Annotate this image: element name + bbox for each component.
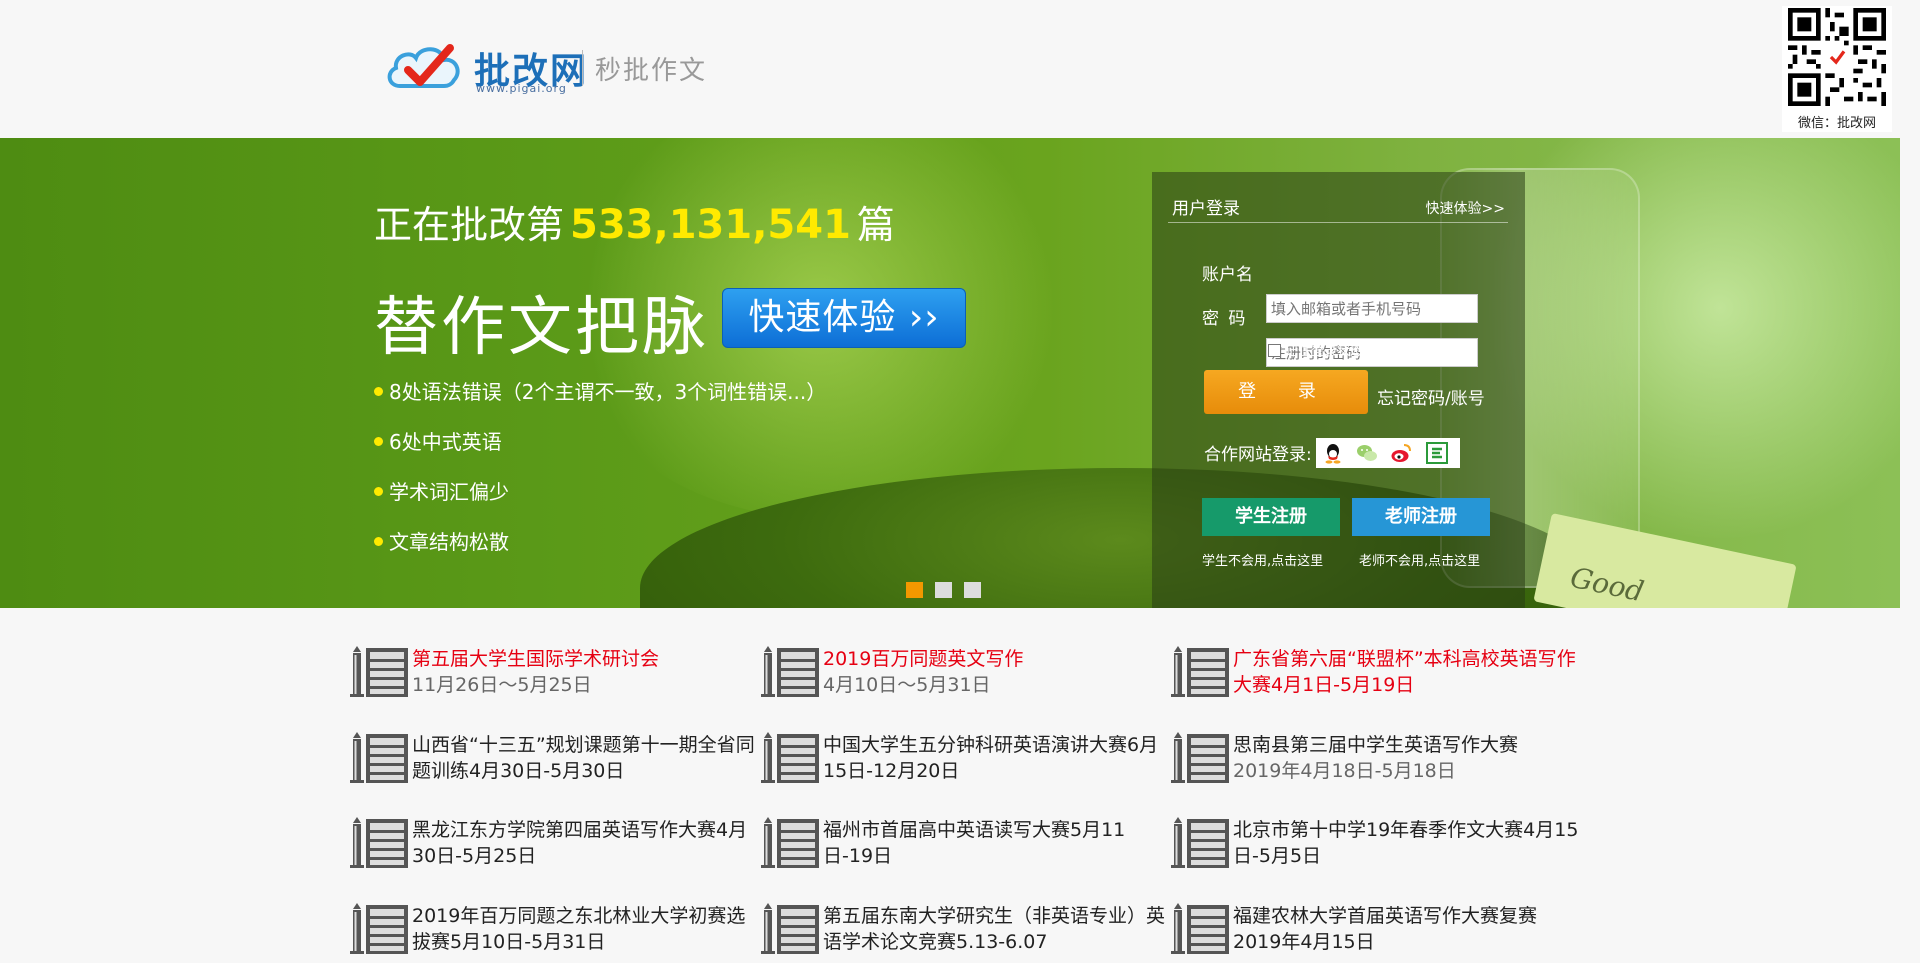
news-title[interactable]: 第五届大学生国际学术研讨会 <box>412 646 762 672</box>
forgot-password-link[interactable]: 忘记密码/账号 <box>1377 384 1485 409</box>
login-panel: 用户登录 快速体验>> 账户名 密 码 记住登录状态 登 录 忘记密码/账号 合… <box>1152 172 1525 608</box>
hero-banner: Good 正在批改第 533,131,541 篇 替作文把脉 快速体验 ›› 8处语… <box>0 138 1900 608</box>
pencil-document-icon <box>1171 646 1229 697</box>
weibo-icon[interactable] <box>1390 442 1412 464</box>
news-item[interactable]: 2019百万同题英文写作 4月10日～5月31日 <box>761 640 1171 706</box>
pencil-document-icon <box>761 646 819 697</box>
bullet-dot-icon <box>374 487 383 496</box>
news-title[interactable]: 中国大学生五分钟科研英语演讲大赛6月15日-12月20日 <box>823 732 1173 784</box>
pencil-document-icon <box>350 903 408 954</box>
news-title[interactable]: 北京市第十中学19年春季作文大赛4月15日-5月5日 <box>1233 817 1583 869</box>
pencil-document-icon <box>350 817 408 868</box>
login-divider <box>1168 222 1508 223</box>
news-item[interactable]: 第五届大学生国际学术研讨会 11月26日～5月25日 <box>350 640 760 706</box>
news-title[interactable]: 广东省第六届“联盟杯”本科高校英语写作大赛4月1日-5月19日 <box>1233 646 1583 698</box>
counter-prefix: 正在批改第 <box>374 203 565 247</box>
feature-list: 8处语法错误（2个主谓不一致，3个词性错误...） 6处中式英语 学术词汇偏少 … <box>374 378 826 578</box>
partner-login-icons <box>1316 438 1460 468</box>
login-title: 用户登录 <box>1172 199 1240 219</box>
news-title[interactable]: 第五届东南大学研究生（非英语专业）英语学术论文竞赛5.13-6.07 <box>823 903 1173 955</box>
bullet-dot-icon <box>374 437 383 446</box>
pencil-document-icon <box>350 646 408 697</box>
feature-item: 文章结构松散 <box>374 528 826 578</box>
news-title[interactable]: 思南县第三届中学生英语写作大赛 <box>1233 732 1583 758</box>
wechat-icon[interactable] <box>1356 442 1378 464</box>
bullet-dot-icon <box>374 387 383 396</box>
essay-counter: 正在批改第 533,131,541 篇 <box>374 194 895 249</box>
logo-slogan: 秒批作文 <box>595 56 708 86</box>
news-title[interactable]: 2019百万同题英文写作 <box>823 646 1173 672</box>
news-item[interactable]: 福建农林大学首届英语写作大赛复赛2019年4月15日 <box>1171 897 1581 963</box>
student-help-link[interactable]: 学生不会用,点击这里 <box>1202 550 1323 569</box>
qq-icon[interactable] <box>1322 442 1344 464</box>
login-button[interactable]: 登 录 <box>1204 370 1368 414</box>
account-label: 账户名 <box>1202 265 1253 285</box>
news-item[interactable]: 第五届东南大学研究生（非英语专业）英语学术论文竞赛5.13-6.07 <box>761 897 1171 963</box>
slide-dot[interactable] <box>935 582 952 598</box>
feature-item: 6处中式英语 <box>374 428 826 478</box>
feature-item: 8处语法错误（2个主谓不一致，3个词性错误...） <box>374 378 826 428</box>
password-label: 密 码 <box>1202 309 1246 329</box>
remember-checkbox[interactable] <box>1268 344 1281 357</box>
news-item[interactable]: 2019年百万同题之东北林业大学初赛选拔赛5月10日-5月31日 <box>350 897 760 963</box>
site-logo[interactable]: 批改网 www.pigai.org 秒批作文 <box>386 38 726 98</box>
news-title[interactable]: 山西省“十三五”规划课题第十一期全省同题训练4月30日-5月30日 <box>412 732 762 784</box>
qr-code-icon <box>1788 8 1886 106</box>
feature-item: 学术词汇偏少 <box>374 478 826 528</box>
qr-label: 微信：批改网 <box>1797 116 1876 131</box>
pencil-document-icon <box>350 732 408 783</box>
news-date: 2019年4月18日-5月18日 <box>1233 760 1456 782</box>
quick-try-button[interactable]: 快速体验 ›› <box>722 288 966 348</box>
news-item[interactable]: 福州市首届高中英语读写大赛5月11日-19日 <box>761 811 1171 877</box>
bullet-dot-icon <box>374 537 383 546</box>
teacher-register-button[interactable]: 老师注册 <box>1352 498 1490 536</box>
login-quick-try-link[interactable]: 快速体验>> <box>1426 198 1505 218</box>
partner-e-icon[interactable] <box>1426 442 1448 464</box>
teacher-help-link[interactable]: 老师不会用,点击这里 <box>1359 550 1480 569</box>
partner-login-label: 合作网站登录: <box>1204 445 1312 465</box>
news-item[interactable]: 北京市第十中学19年春季作文大赛4月15日-5月5日 <box>1171 811 1581 877</box>
news-date: 4月10日～5月31日 <box>823 674 991 696</box>
pencil-document-icon <box>761 732 819 783</box>
news-title[interactable]: 黑龙江东方学院第四届英语写作大赛4月30日-5月25日 <box>412 817 762 869</box>
account-input[interactable] <box>1266 294 1478 323</box>
news-item[interactable]: 山西省“十三五”规划课题第十一期全省同题训练4月30日-5月30日 <box>350 726 760 792</box>
pencil-document-icon <box>761 903 819 954</box>
pencil-document-icon <box>761 817 819 868</box>
slide-dot-active[interactable] <box>906 582 923 598</box>
logo-divider <box>582 50 583 86</box>
news-title[interactable]: 福建农林大学首届英语写作大赛复赛2019年4月15日 <box>1233 903 1583 955</box>
student-register-button[interactable]: 学生注册 <box>1202 498 1340 536</box>
pencil-document-icon <box>1171 732 1229 783</box>
news-item[interactable]: 中国大学生五分钟科研英语演讲大赛6月15日-12月20日 <box>761 726 1171 792</box>
pencil-document-icon <box>1171 817 1229 868</box>
banner-headline: 替作文把脉 <box>374 291 709 365</box>
logo-url: www.pigai.org <box>476 82 567 95</box>
wechat-qr-code: 微信：批改网 <box>1782 6 1892 132</box>
pencil-document-icon <box>1171 903 1229 954</box>
counter-value: 533,131,541 <box>570 202 851 248</box>
site-header: 批改网 www.pigai.org 秒批作文 微信：批改网 <box>0 0 1920 138</box>
news-title[interactable]: 福州市首届高中英语读写大赛5月11日-19日 <box>823 817 1173 869</box>
news-item[interactable]: 思南县第三届中学生英语写作大赛 2019年4月18日-5月18日 <box>1171 726 1581 792</box>
news-item[interactable]: 黑龙江东方学院第四届英语写作大赛4月30日-5月25日 <box>350 811 760 877</box>
news-title[interactable]: 2019年百万同题之东北林业大学初赛选拔赛5月10日-5月31日 <box>412 903 762 955</box>
news-item[interactable]: 广东省第六届“联盟杯”本科高校英语写作大赛4月1日-5月19日 <box>1171 640 1581 706</box>
cloud-check-logo-icon <box>387 44 460 88</box>
news-date: 11月26日～5月25日 <box>412 674 592 696</box>
remember-login[interactable]: 记住登录状态 <box>1268 340 1363 359</box>
counter-suffix: 篇 <box>856 203 895 247</box>
slide-dot[interactable] <box>964 582 981 598</box>
